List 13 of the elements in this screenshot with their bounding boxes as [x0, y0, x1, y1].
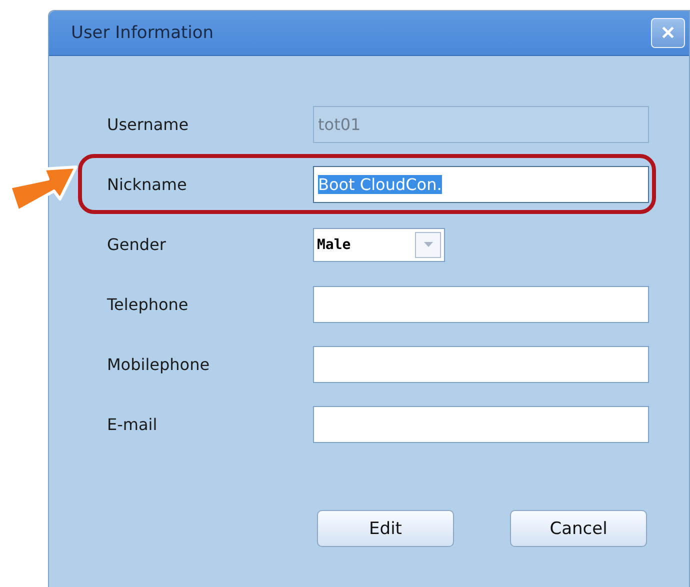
dialog-button[interactable]: Cancel [510, 510, 647, 547]
field-label: Telephone [107, 295, 190, 314]
text-field[interactable] [313, 346, 649, 383]
dialog-button[interactable]: Edit [317, 510, 454, 547]
text-field[interactable] [313, 286, 649, 323]
field-label: Gender [107, 235, 167, 254]
dropdown-field[interactable]: Male [313, 228, 445, 262]
field-label: Username [107, 115, 190, 134]
window-title: User Information [71, 23, 214, 43]
field-label: Mobilephone [107, 355, 211, 374]
field-label: E-mail [107, 415, 158, 434]
text-field[interactable] [313, 406, 649, 443]
field-label: Nickname [107, 175, 188, 194]
